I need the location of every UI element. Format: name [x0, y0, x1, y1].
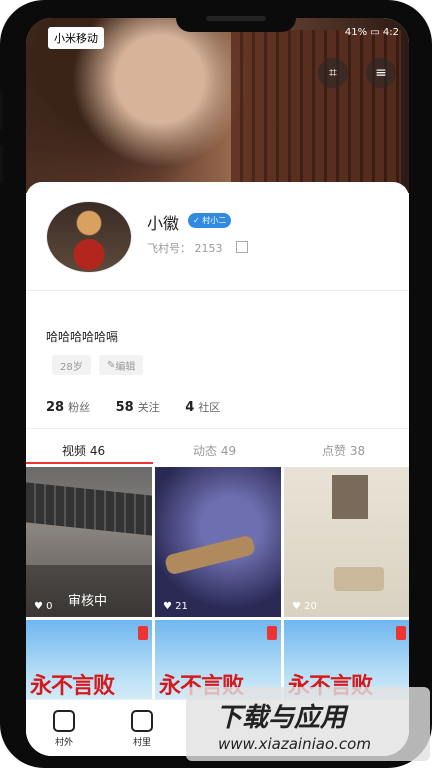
- divider: [26, 428, 409, 429]
- banner-text: 永不言败: [30, 674, 115, 699]
- nav-label: 村里: [132, 738, 151, 748]
- id-label: 飞村号：: [147, 242, 191, 255]
- watermark-url: www.xiazainiao.com: [218, 735, 371, 753]
- scan-icon[interactable]: ⌗: [318, 58, 348, 88]
- profile-card: 小徽 ✓ 村小二 飞村号： 2153 哈哈哈哈哈嗝 28岁 ✎ 编辑 28 粉丝 …: [26, 182, 409, 756]
- tab-indicator: [26, 462, 153, 464]
- tab-videos[interactable]: 视频 46: [62, 442, 105, 459]
- stat-fans[interactable]: 28 粉丝: [46, 400, 90, 415]
- nav-outside[interactable]: 村外: [44, 710, 84, 748]
- time: 4:2: [382, 27, 399, 38]
- like-icon: ♥: [292, 601, 305, 612]
- battery-level: 41%: [344, 27, 368, 38]
- nav-village[interactable]: 村里: [122, 710, 162, 748]
- content-tabs: 视频 46 动态 49 点赞 38: [26, 442, 409, 464]
- home-icon: [53, 710, 75, 732]
- divider: [26, 290, 409, 291]
- edit-button[interactable]: ✎ 编辑: [99, 355, 144, 375]
- volume-button: [0, 92, 3, 130]
- video-thumb[interactable]: ♥ 0 审核中: [26, 467, 152, 617]
- tab-posts[interactable]: 动态 49: [193, 442, 236, 459]
- cover-image: 小米移动 41% ▭ 4:2 ⌗ ≡: [26, 18, 409, 193]
- nav-label: 村外: [54, 738, 73, 748]
- watermark: 下载与应用 www.xiazainiao.com: [186, 687, 430, 761]
- video-thumb[interactable]: ♥ 20: [284, 467, 409, 617]
- profile-name: 小徽: [147, 214, 180, 233]
- watermark-title: 下载与应用: [216, 703, 347, 733]
- like-count: ♥ 0: [34, 601, 53, 612]
- screen: 小米移动 41% ▭ 4:2 ⌗ ≡ 小徽 ✓ 村小二 飞村号： 2153 哈哈…: [26, 18, 409, 756]
- edit-icon: ✎: [107, 359, 116, 371]
- stats-row: 28 粉丝 58 关注 4 社区: [46, 399, 242, 415]
- phone-frame: 小米移动 41% ▭ 4:2 ⌗ ≡ 小徽 ✓ 村小二 飞村号： 2153 哈哈…: [0, 0, 432, 768]
- verified-icon: ✓: [193, 216, 203, 225]
- bio: 哈哈哈哈哈嗝: [46, 330, 119, 344]
- id-value: 2153: [194, 242, 223, 255]
- role-badge: ✓ 村小二: [188, 213, 232, 228]
- volume-button-2: [0, 145, 3, 183]
- qr-code-icon[interactable]: [236, 241, 248, 253]
- status-right: 41% ▭ 4:2: [344, 27, 399, 38]
- stat-community[interactable]: 4 社区: [185, 400, 220, 415]
- review-status: 审核中: [68, 594, 108, 609]
- tab-likes[interactable]: 点赞 38: [322, 442, 365, 459]
- carrier-label: 小米移动: [48, 27, 104, 49]
- like-icon: ♥: [34, 601, 47, 612]
- menu-icon[interactable]: ≡: [366, 58, 396, 88]
- edit-button-label: 编辑: [115, 361, 136, 373]
- video-thumb[interactable]: ♥ 21: [155, 467, 281, 617]
- id-row: 飞村号： 2153: [147, 240, 248, 256]
- notch: [176, 10, 296, 32]
- like-count: ♥ 20: [292, 601, 317, 612]
- age-chip: 28岁: [52, 355, 91, 375]
- village-icon: [131, 710, 153, 732]
- avatar[interactable]: [46, 201, 132, 273]
- stat-following[interactable]: 58 关注: [116, 400, 160, 415]
- like-count: ♥ 21: [163, 601, 188, 612]
- role-badge-label: 村小二: [202, 216, 227, 225]
- like-icon: ♥: [163, 601, 176, 612]
